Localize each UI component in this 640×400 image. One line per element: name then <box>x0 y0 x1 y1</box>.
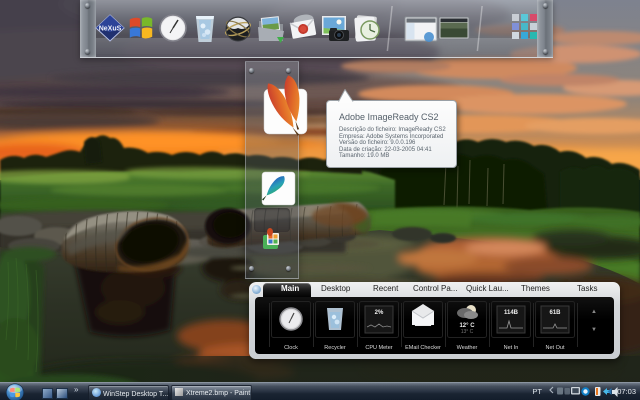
svg-text:EMail Checker: EMail Checker <box>405 345 441 351</box>
svg-text:Net In: Net In <box>504 345 519 351</box>
svg-text:Recycler: Recycler <box>324 345 346 351</box>
svg-text:▼: ▼ <box>591 327 597 333</box>
svg-text:2%: 2% <box>375 310 384 316</box>
svg-text:Net Out: Net Out <box>546 345 565 351</box>
svg-text:Clock: Clock <box>284 345 298 351</box>
svg-text:61B: 61B <box>549 310 561 316</box>
svg-text:NeXuS: NeXuS <box>99 26 122 33</box>
svg-text:114B: 114B <box>504 310 519 316</box>
svg-text:CPU Meter: CPU Meter <box>365 345 392 351</box>
svg-text:13° C: 13° C <box>461 329 474 335</box>
svg-text:Weather: Weather <box>457 345 478 351</box>
svg-text:▲: ▲ <box>591 309 597 315</box>
